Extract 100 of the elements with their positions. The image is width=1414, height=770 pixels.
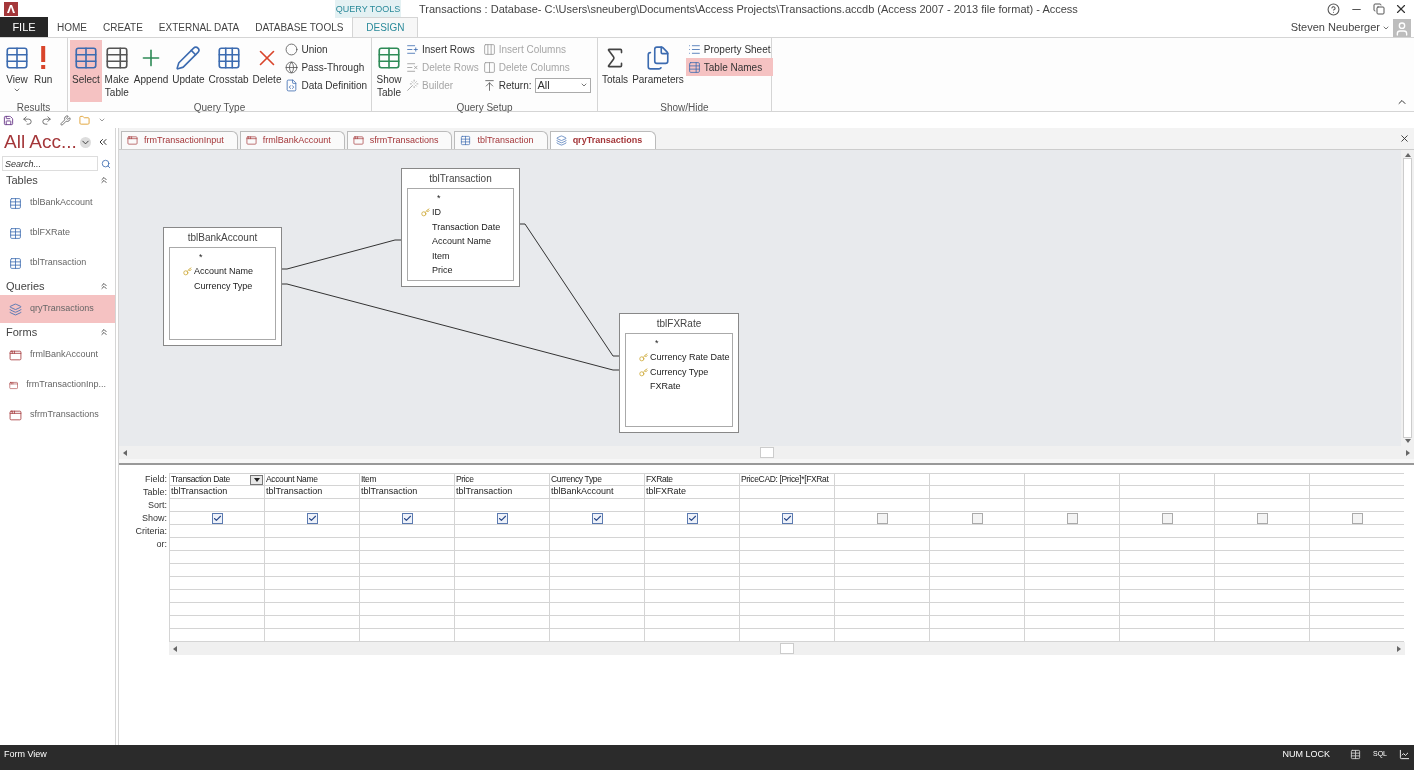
grid-cell[interactable] bbox=[644, 590, 739, 603]
show-checkbox[interactable] bbox=[1161, 512, 1173, 524]
grid-cell[interactable] bbox=[1214, 499, 1309, 512]
grid-cell[interactable] bbox=[834, 499, 929, 512]
grid-cell[interactable] bbox=[549, 603, 644, 616]
grid-cell[interactable] bbox=[644, 551, 739, 564]
grid-cell[interactable] bbox=[834, 512, 929, 525]
customize-icon[interactable] bbox=[98, 116, 106, 124]
grid-cell[interactable] bbox=[1309, 499, 1404, 512]
grid-cell[interactable] bbox=[1214, 564, 1309, 577]
ribbon-button[interactable]: Pass-Through bbox=[283, 58, 370, 76]
grid-cell[interactable] bbox=[359, 603, 454, 616]
grid-cell[interactable] bbox=[644, 577, 739, 590]
grid-cell[interactable] bbox=[1119, 603, 1214, 616]
grid-cell[interactable] bbox=[1309, 512, 1404, 525]
grid-cell[interactable] bbox=[739, 616, 834, 629]
grid-cell[interactable] bbox=[549, 512, 644, 525]
grid-cell[interactable] bbox=[264, 616, 359, 629]
grid-cell[interactable] bbox=[1309, 473, 1404, 486]
grid-cell[interactable] bbox=[454, 499, 549, 512]
collapse-group-button[interactable] bbox=[99, 175, 109, 185]
grid-cell[interactable] bbox=[169, 577, 264, 590]
splitter-bar[interactable] bbox=[119, 459, 1414, 465]
ribbon-button[interactable]: Run bbox=[32, 40, 55, 102]
grid-cell[interactable] bbox=[549, 616, 644, 629]
grid-cell[interactable] bbox=[929, 603, 1024, 616]
grid-cell[interactable] bbox=[1214, 577, 1309, 590]
grid-cell[interactable] bbox=[264, 603, 359, 616]
grid-cell[interactable] bbox=[739, 577, 834, 590]
grid-cell[interactable] bbox=[1214, 616, 1309, 629]
grid-cell[interactable] bbox=[1024, 473, 1119, 486]
grid-cell[interactable] bbox=[1309, 551, 1404, 564]
grid-cell[interactable] bbox=[834, 525, 929, 538]
folder-icon[interactable] bbox=[79, 114, 90, 126]
grid-cell[interactable] bbox=[169, 603, 264, 616]
grid-cell[interactable]: tblTransaction bbox=[359, 486, 454, 499]
grid-cell[interactable] bbox=[1214, 590, 1309, 603]
ribbon-tab[interactable]: DATABASE TOOLS bbox=[248, 17, 351, 37]
grid-cell[interactable]: tblTransaction bbox=[264, 486, 359, 499]
grid-cell[interactable] bbox=[739, 564, 834, 577]
grid-cell[interactable] bbox=[264, 551, 359, 564]
grid-cell[interactable] bbox=[264, 512, 359, 525]
grid-cell[interactable] bbox=[1309, 577, 1404, 590]
grid-cell[interactable] bbox=[549, 525, 644, 538]
restore-button[interactable] bbox=[1373, 3, 1385, 15]
grid-cell[interactable] bbox=[929, 512, 1024, 525]
ribbon-button[interactable]: Parameters bbox=[630, 40, 686, 102]
search-icon[interactable] bbox=[101, 158, 111, 169]
show-checkbox[interactable] bbox=[781, 512, 793, 524]
grid-cell[interactable] bbox=[644, 512, 739, 525]
grid-cell[interactable] bbox=[359, 577, 454, 590]
grid-cell[interactable] bbox=[834, 564, 929, 577]
grid-cell[interactable] bbox=[1309, 538, 1404, 551]
grid-cell[interactable] bbox=[1024, 603, 1119, 616]
ribbon-button[interactable]: Property Sheet bbox=[685, 40, 773, 58]
grid-cell[interactable] bbox=[454, 577, 549, 590]
grid-cell[interactable] bbox=[1119, 499, 1214, 512]
grid-cell[interactable] bbox=[1309, 616, 1404, 629]
grid-cell[interactable] bbox=[1214, 603, 1309, 616]
grid-cell[interactable] bbox=[454, 603, 549, 616]
grid-cell[interactable] bbox=[739, 590, 834, 603]
navigation-item[interactable]: qryTransactions bbox=[0, 295, 115, 323]
grid-cell[interactable] bbox=[264, 538, 359, 551]
grid-cell[interactable] bbox=[1024, 499, 1119, 512]
grid-cell[interactable] bbox=[1119, 538, 1214, 551]
grid-cell[interactable] bbox=[929, 538, 1024, 551]
grid-cell[interactable] bbox=[1119, 577, 1214, 590]
wrench-icon[interactable] bbox=[60, 114, 71, 126]
grid-cell[interactable] bbox=[739, 551, 834, 564]
ribbon-button[interactable]: Delete bbox=[250, 40, 284, 102]
grid-cell[interactable] bbox=[834, 551, 929, 564]
grid-cell[interactable] bbox=[739, 603, 834, 616]
undo-icon[interactable] bbox=[22, 114, 33, 126]
show-checkbox[interactable] bbox=[971, 512, 983, 524]
return-dropdown[interactable]: All bbox=[534, 77, 591, 93]
grid-cell[interactable] bbox=[454, 538, 549, 551]
grid-cell[interactable] bbox=[169, 512, 264, 525]
ribbon-button[interactable]: Show Table bbox=[374, 40, 404, 102]
grid-cell[interactable] bbox=[359, 590, 454, 603]
collapse-group-button[interactable] bbox=[99, 327, 109, 337]
grid-cell[interactable] bbox=[454, 590, 549, 603]
grid-cell[interactable] bbox=[1119, 525, 1214, 538]
grid-cell[interactable] bbox=[359, 499, 454, 512]
scrollbar[interactable] bbox=[1401, 150, 1414, 446]
collapse-group-button[interactable] bbox=[99, 281, 109, 291]
ribbon-button[interactable]: Table Names bbox=[685, 58, 773, 76]
document-tab[interactable]: tblTransaction bbox=[454, 131, 548, 149]
grid-cell[interactable] bbox=[1024, 577, 1119, 590]
grid-cell[interactable]: Currency Type bbox=[549, 473, 644, 486]
show-checkbox[interactable] bbox=[1066, 512, 1078, 524]
grid-cell[interactable] bbox=[1119, 486, 1214, 499]
navigation-item[interactable]: tblTransaction bbox=[0, 249, 115, 277]
grid-cell[interactable] bbox=[929, 564, 1024, 577]
grid-cell[interactable] bbox=[454, 564, 549, 577]
grid-cell[interactable] bbox=[929, 486, 1024, 499]
grid-cell[interactable] bbox=[1024, 512, 1119, 525]
grid-cell[interactable] bbox=[1024, 590, 1119, 603]
ribbon-button[interactable]: Make Table bbox=[101, 40, 132, 102]
navigation-item[interactable]: sfrmTransactions bbox=[0, 401, 115, 429]
grid-cell[interactable] bbox=[1119, 473, 1214, 486]
